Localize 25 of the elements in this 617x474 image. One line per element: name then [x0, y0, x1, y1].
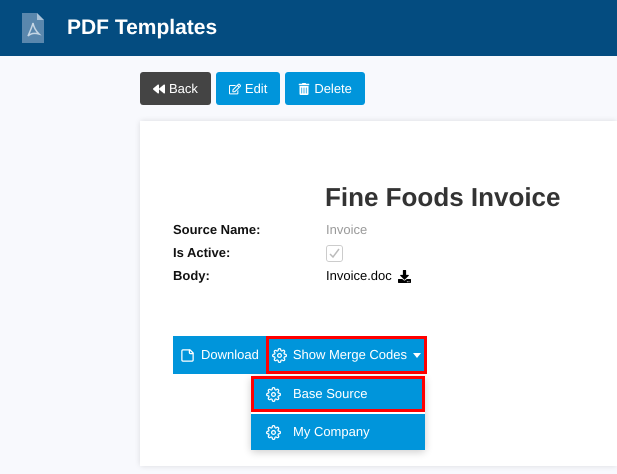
edit-button[interactable]: Edit [216, 72, 280, 105]
trash-icon [298, 82, 310, 94]
gear-icon [266, 386, 281, 402]
field-label: Source Name: [173, 221, 262, 240]
back-button[interactable]: Back [140, 72, 211, 105]
edit-icon [228, 82, 241, 94]
rewind-icon [153, 82, 165, 94]
field-label: Is Active: [173, 244, 232, 262]
delete-button[interactable]: Delete [285, 72, 365, 105]
checkbox[interactable] [326, 244, 343, 262]
field-label: Body: [173, 267, 211, 286]
menu-item[interactable]: Base Source [251, 376, 425, 412]
download-button[interactable]: Download [173, 336, 266, 374]
field-value: Invoice [326, 221, 368, 240]
pdf-file-icon [22, 13, 44, 43]
gear-icon [266, 424, 281, 440]
file-name: Invoice.doc [326, 267, 392, 286]
note-icon [180, 348, 195, 362]
menu-item[interactable]: My Company [251, 414, 425, 450]
template-title: Fine Foods Invoice [325, 181, 562, 214]
merge-codes-button[interactable]: Show Merge Codes [266, 336, 427, 374]
gear-icon [272, 348, 287, 362]
check-icon [329, 248, 340, 258]
page-title: PDF Templates [67, 15, 218, 42]
download-icon[interactable] [398, 270, 411, 282]
